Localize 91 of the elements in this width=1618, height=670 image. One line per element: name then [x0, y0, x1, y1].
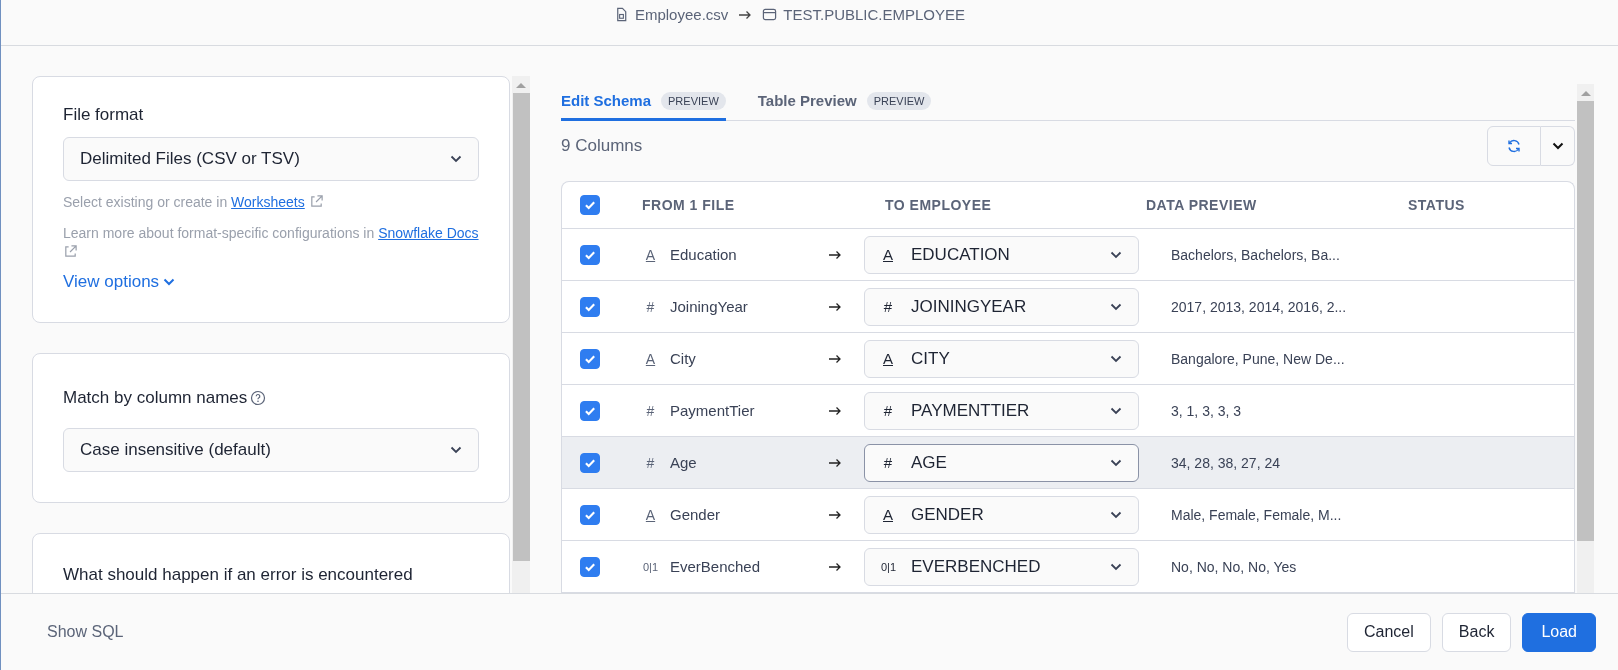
column-header: STATUS [1408, 197, 1466, 213]
source-column: EverBenched [670, 558, 761, 575]
type-icon: # [642, 298, 659, 315]
type-icon: A [642, 506, 659, 523]
tab[interactable]: Edit Schema PREVIEW [561, 84, 726, 121]
table-row[interactable]: A Education A EDUCATION Bachelors, Bachelors, Ba... [562, 229, 1574, 281]
target-column-dropdown[interactable]: 0|1 EVERBENCHED [864, 547, 1139, 586]
column-header: TO EMPLOYEE [884, 197, 993, 213]
table-row[interactable]: # Age # AGE 34, 28, 38, 27, 24 [562, 437, 1574, 489]
row-checkbox[interactable] [580, 452, 600, 473]
data-preview: 34, 28, 38, 27, 24 [1170, 454, 1281, 471]
external-link-icon [63, 244, 78, 259]
table-row[interactable]: A Gender A GENDER Male, Female, Female, M... [562, 489, 1574, 541]
chevron-down-icon [1110, 354, 1122, 363]
column-header: FROM 1 FILE [641, 197, 736, 213]
file-format-dropdown[interactable]: Delimited Files (CSV or TSV) [63, 137, 479, 181]
arrow-icon [738, 9, 753, 20]
type-icon: A [642, 350, 659, 367]
column-count: 9 Columns [561, 135, 643, 156]
file-format-label: File format [63, 105, 145, 125]
table-row[interactable]: # JoiningYear # JOININGYEAR 2017, 2013, 2014, 2016, 2... [562, 281, 1574, 333]
target-column-dropdown[interactable]: # JOININGYEAR [864, 287, 1139, 326]
hint-text: Select existing or create in Worksheets [63, 193, 479, 212]
row-checkbox[interactable] [580, 504, 600, 525]
row-checkbox[interactable] [580, 244, 600, 265]
target-column-dropdown[interactable]: A CITY [864, 339, 1139, 378]
row-checkbox[interactable] [580, 348, 600, 369]
show-sql-link[interactable]: Show SQL [47, 623, 124, 641]
refresh-button[interactable] [1487, 125, 1541, 166]
data-preview: 2017, 2013, 2014, 2016, 2... [1170, 298, 1348, 315]
column-header: DATA PREVIEW [1146, 197, 1258, 213]
type-icon: 0|1 [642, 560, 659, 573]
chevron-down-icon [1110, 562, 1122, 571]
view-options-link[interactable]: View options [63, 272, 176, 292]
target-column-dropdown[interactable]: A GENDER [864, 495, 1139, 534]
data-preview: Bangalore, Pune, New De... [1170, 350, 1346, 367]
docs-link[interactable]: Snowflake Docs [378, 225, 479, 241]
match-dropdown[interactable]: Case insensitive (default) [63, 428, 479, 472]
secondary-button[interactable]: Cancel [1347, 612, 1431, 652]
arrow-icon [828, 509, 842, 520]
chevron-down-icon [1110, 510, 1122, 519]
arrow-icon [828, 301, 842, 312]
external-link-icon [308, 194, 324, 209]
chevron-down-icon [1551, 141, 1564, 150]
secondary-button[interactable]: Back [1441, 612, 1512, 652]
error-question: What should happen if an error is encountered [63, 565, 414, 585]
source-file-name: Employee.csv [634, 6, 729, 23]
chevron-down-icon [1110, 406, 1122, 415]
select-all-checkbox[interactable] [580, 195, 600, 215]
arrow-icon [828, 561, 842, 572]
type-icon: # [642, 402, 659, 419]
source-column: Age [670, 454, 697, 471]
target-column-dropdown[interactable]: # AGE [864, 443, 1139, 482]
primary-button[interactable]: Load [1522, 612, 1596, 652]
target-column-dropdown[interactable]: # PAYMENTTIER [864, 391, 1139, 430]
chevron-down-icon [1110, 458, 1122, 467]
match-label: Match by column names [63, 388, 248, 408]
source-column: PaymentTier [670, 402, 755, 419]
target-table-name: TEST.PUBLIC.EMPLOYEE [783, 6, 966, 23]
table-row[interactable]: 0|1 EverBenched 0|1 EVERBENCHED No, No, No, No, Yes [562, 541, 1574, 593]
row-checkbox[interactable] [580, 400, 600, 421]
arrow-icon [828, 353, 842, 364]
row-checkbox[interactable] [580, 296, 600, 317]
source-column: Education [670, 246, 737, 263]
table-row[interactable]: # PaymentTier # PAYMENTTIER 3, 1, 3, 3, 3 [562, 385, 1574, 437]
type-icon: # [642, 454, 659, 471]
chevron-down-icon [163, 278, 176, 286]
arrow-icon [828, 457, 842, 468]
arrow-icon [828, 405, 842, 416]
data-preview: 3, 1, 3, 3, 3 [1170, 402, 1243, 419]
target-column-dropdown[interactable]: A EDUCATION [864, 235, 1139, 274]
row-checkbox[interactable] [580, 556, 600, 577]
source-column: JoiningYear [670, 298, 748, 315]
chevron-down-icon [1110, 250, 1122, 259]
worksheets-link[interactable]: Worksheets [231, 194, 305, 210]
source-column: Gender [670, 506, 721, 523]
source-column: City [670, 350, 696, 367]
data-preview: Bachelors, Bachelors, Ba... [1170, 246, 1341, 263]
chevron-down-icon [450, 155, 462, 163]
data-preview: Male, Female, Female, M... [1170, 506, 1343, 523]
arrow-icon [828, 249, 842, 260]
chevron-down-icon [1110, 302, 1122, 311]
refresh-icon [1506, 137, 1522, 154]
chevron-down-icon [450, 446, 462, 454]
table-icon [762, 7, 778, 22]
help-icon[interactable] [250, 390, 267, 406]
data-preview: No, No, No, No, Yes [1170, 558, 1298, 575]
tab[interactable]: Table Preview PREVIEW [757, 84, 932, 121]
type-icon: A [642, 246, 659, 263]
docs-text: Learn more about format-specific configurations in Snowflake Docs [63, 224, 479, 262]
table-row[interactable]: A City A CITY Bangalore, Pune, New De... [562, 333, 1574, 385]
